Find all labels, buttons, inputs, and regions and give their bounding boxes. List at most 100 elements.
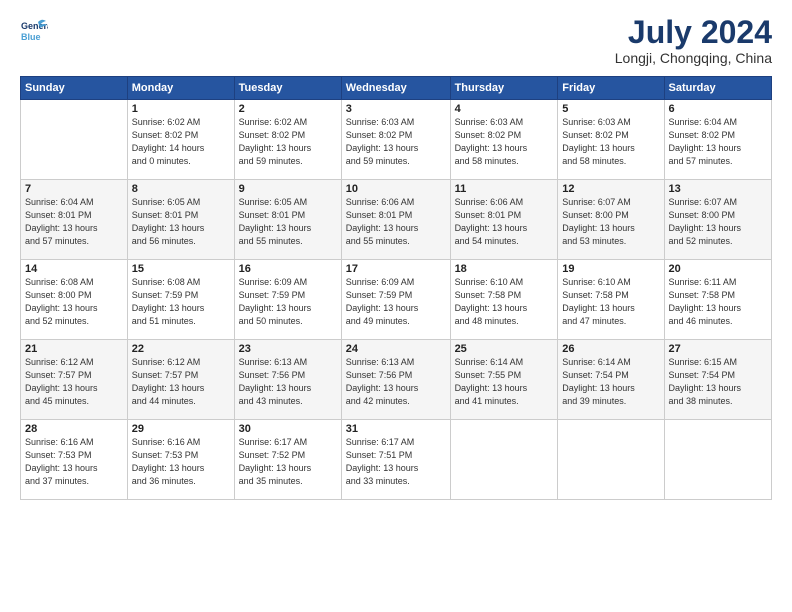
calendar-cell: 7Sunrise: 6:04 AM Sunset: 8:01 PM Daylig… [21,180,128,260]
calendar-cell: 18Sunrise: 6:10 AM Sunset: 7:58 PM Dayli… [450,260,558,340]
day-number: 14 [25,263,123,275]
day-number: 9 [239,183,337,195]
calendar-cell: 4Sunrise: 6:03 AM Sunset: 8:02 PM Daylig… [450,100,558,180]
day-number: 5 [562,103,659,115]
header: General Blue July 2024 Longji, Chongqing… [20,16,772,66]
day-info: Sunrise: 6:05 AM Sunset: 8:01 PM Dayligh… [132,196,230,248]
calendar-cell: 9Sunrise: 6:05 AM Sunset: 8:01 PM Daylig… [234,180,341,260]
calendar-cell: 3Sunrise: 6:03 AM Sunset: 8:02 PM Daylig… [341,100,450,180]
day-number: 19 [562,263,659,275]
calendar-cell: 8Sunrise: 6:05 AM Sunset: 8:01 PM Daylig… [127,180,234,260]
day-number: 7 [25,183,123,195]
day-info: Sunrise: 6:04 AM Sunset: 8:02 PM Dayligh… [669,116,767,168]
calendar-col-sunday: Sunday [21,77,128,100]
day-info: Sunrise: 6:15 AM Sunset: 7:54 PM Dayligh… [669,356,767,408]
day-info: Sunrise: 6:06 AM Sunset: 8:01 PM Dayligh… [455,196,554,248]
calendar-col-monday: Monday [127,77,234,100]
day-info: Sunrise: 6:12 AM Sunset: 7:57 PM Dayligh… [25,356,123,408]
day-info: Sunrise: 6:10 AM Sunset: 7:58 PM Dayligh… [562,276,659,328]
calendar-week-3: 14Sunrise: 6:08 AM Sunset: 8:00 PM Dayli… [21,260,772,340]
day-number: 11 [455,183,554,195]
day-number: 16 [239,263,337,275]
calendar-cell: 25Sunrise: 6:14 AM Sunset: 7:55 PM Dayli… [450,340,558,420]
day-number: 28 [25,423,123,435]
day-info: Sunrise: 6:09 AM Sunset: 7:59 PM Dayligh… [239,276,337,328]
calendar-cell: 6Sunrise: 6:04 AM Sunset: 8:02 PM Daylig… [664,100,771,180]
day-info: Sunrise: 6:14 AM Sunset: 7:54 PM Dayligh… [562,356,659,408]
day-info: Sunrise: 6:13 AM Sunset: 7:56 PM Dayligh… [346,356,446,408]
main-title: July 2024 [615,16,772,48]
calendar-col-tuesday: Tuesday [234,77,341,100]
day-info: Sunrise: 6:16 AM Sunset: 7:53 PM Dayligh… [132,436,230,488]
day-info: Sunrise: 6:03 AM Sunset: 8:02 PM Dayligh… [455,116,554,168]
day-number: 30 [239,423,337,435]
calendar-col-thursday: Thursday [450,77,558,100]
calendar-cell: 12Sunrise: 6:07 AM Sunset: 8:00 PM Dayli… [558,180,664,260]
day-number: 23 [239,343,337,355]
day-info: Sunrise: 6:17 AM Sunset: 7:51 PM Dayligh… [346,436,446,488]
calendar-cell [664,420,771,500]
calendar-cell [558,420,664,500]
day-number: 17 [346,263,446,275]
day-info: Sunrise: 6:14 AM Sunset: 7:55 PM Dayligh… [455,356,554,408]
calendar-cell: 20Sunrise: 6:11 AM Sunset: 7:58 PM Dayli… [664,260,771,340]
title-block: July 2024 Longji, Chongqing, China [615,16,772,66]
day-info: Sunrise: 6:08 AM Sunset: 8:00 PM Dayligh… [25,276,123,328]
day-number: 10 [346,183,446,195]
day-number: 21 [25,343,123,355]
calendar-cell: 21Sunrise: 6:12 AM Sunset: 7:57 PM Dayli… [21,340,128,420]
subtitle: Longji, Chongqing, China [615,50,772,66]
svg-text:General: General [21,21,48,31]
calendar-cell: 5Sunrise: 6:03 AM Sunset: 8:02 PM Daylig… [558,100,664,180]
day-info: Sunrise: 6:08 AM Sunset: 7:59 PM Dayligh… [132,276,230,328]
day-number: 4 [455,103,554,115]
day-number: 2 [239,103,337,115]
day-info: Sunrise: 6:02 AM Sunset: 8:02 PM Dayligh… [239,116,337,168]
calendar-col-saturday: Saturday [664,77,771,100]
day-info: Sunrise: 6:06 AM Sunset: 8:01 PM Dayligh… [346,196,446,248]
day-info: Sunrise: 6:05 AM Sunset: 8:01 PM Dayligh… [239,196,337,248]
calendar-cell: 22Sunrise: 6:12 AM Sunset: 7:57 PM Dayli… [127,340,234,420]
day-number: 20 [669,263,767,275]
day-number: 1 [132,103,230,115]
logo-icon: General Blue [20,16,48,44]
calendar-week-5: 28 Sunrise: 6:16 AM Sunset: 7:53 PM Dayli… [21,420,772,500]
page: General Blue July 2024 Longji, Chongqing… [0,0,792,612]
day-info: Sunrise: 6:17 AM Sunset: 7:52 PM Dayligh… [239,436,337,488]
calendar-header: SundayMondayTuesdayWednesdayThursdayFrid… [21,77,772,100]
day-number: 13 [669,183,767,195]
calendar-table: SundayMondayTuesdayWednesdayThursdayFrid… [20,76,772,500]
calendar-cell: 10Sunrise: 6:06 AM Sunset: 8:01 PM Dayli… [341,180,450,260]
day-info: Sunrise: 6:13 AM Sunset: 7:56 PM Dayligh… [239,356,337,408]
day-number: 15 [132,263,230,275]
day-number: 12 [562,183,659,195]
day-info: Sunrise: 6:02 AM Sunset: 8:02 PM Dayligh… [132,116,230,168]
day-info: Sunrise: 6:03 AM Sunset: 8:02 PM Dayligh… [562,116,659,168]
calendar-week-2: 7Sunrise: 6:04 AM Sunset: 8:01 PM Daylig… [21,180,772,260]
calendar-cell [21,100,128,180]
day-info: Sunrise: 6:03 AM Sunset: 8:02 PM Dayligh… [346,116,446,168]
calendar-cell: 14Sunrise: 6:08 AM Sunset: 8:00 PM Dayli… [21,260,128,340]
calendar-week-4: 21Sunrise: 6:12 AM Sunset: 7:57 PM Dayli… [21,340,772,420]
calendar-cell: 16Sunrise: 6:09 AM Sunset: 7:59 PM Dayli… [234,260,341,340]
calendar-body: 1Sunrise: 6:02 AM Sunset: 8:02 PM Daylig… [21,100,772,500]
day-info: Sunrise: 6:12 AM Sunset: 7:57 PM Dayligh… [132,356,230,408]
calendar-header-row: SundayMondayTuesdayWednesdayThursdayFrid… [21,77,772,100]
day-info: Sunrise: 6:11 AM Sunset: 7:58 PM Dayligh… [669,276,767,328]
calendar-cell: 24Sunrise: 6:13 AM Sunset: 7:56 PM Dayli… [341,340,450,420]
day-number: 24 [346,343,446,355]
day-number: 25 [455,343,554,355]
day-info: Sunrise: 6:07 AM Sunset: 8:00 PM Dayligh… [669,196,767,248]
day-number: 18 [455,263,554,275]
calendar-cell: 29Sunrise: 6:16 AM Sunset: 7:53 PM Dayli… [127,420,234,500]
day-number: 29 [132,423,230,435]
calendar-cell [450,420,558,500]
calendar-cell: 27Sunrise: 6:15 AM Sunset: 7:54 PM Dayli… [664,340,771,420]
day-number: 22 [132,343,230,355]
logo: General Blue [20,16,48,44]
day-number: 27 [669,343,767,355]
calendar-cell: 19Sunrise: 6:10 AM Sunset: 7:58 PM Dayli… [558,260,664,340]
calendar-cell: 13Sunrise: 6:07 AM Sunset: 8:00 PM Dayli… [664,180,771,260]
calendar-cell: 2Sunrise: 6:02 AM Sunset: 8:02 PM Daylig… [234,100,341,180]
day-number: 6 [669,103,767,115]
